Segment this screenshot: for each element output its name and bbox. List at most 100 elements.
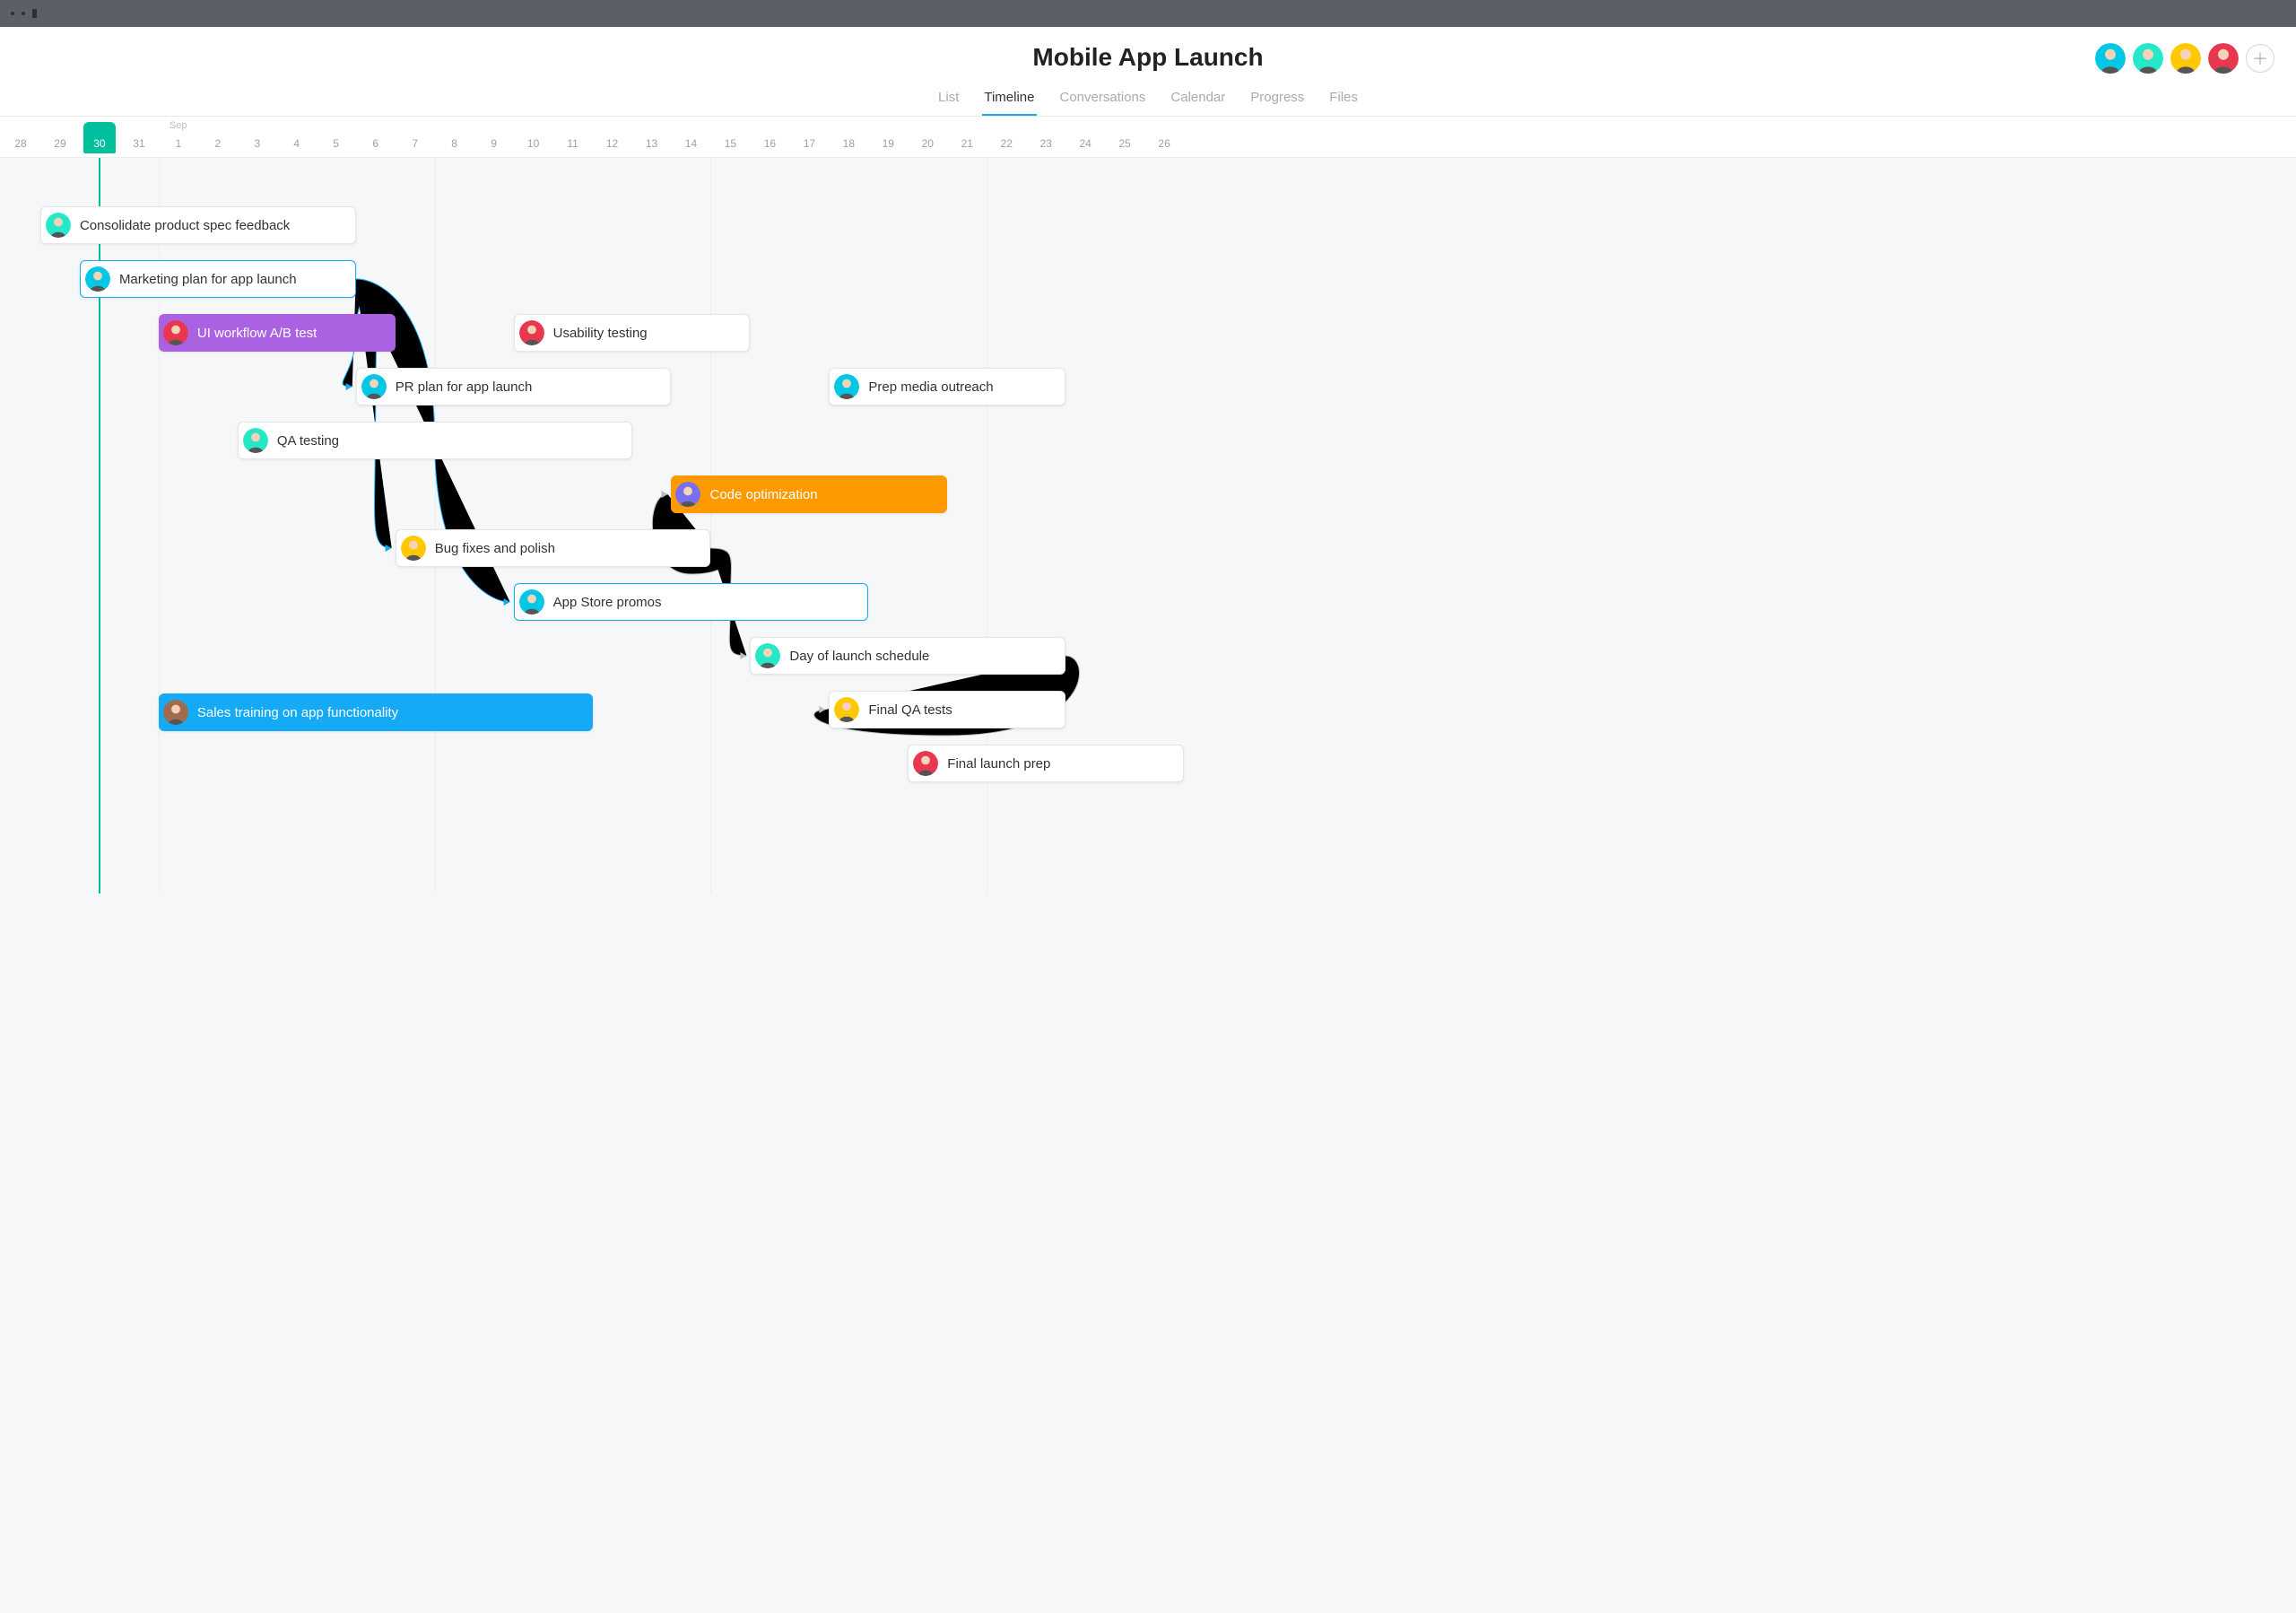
day-column[interactable]: 11 [553,117,593,157]
tab-calendar[interactable]: Calendar [1169,84,1227,116]
task-label: Usability testing [553,326,648,341]
day-column[interactable]: 25 [1105,117,1144,157]
task-label: Final launch prep [947,756,1050,772]
assignee-avatar [243,428,268,453]
day-column[interactable]: 22 [987,117,1026,157]
day-column[interactable]: 9 [474,117,514,157]
day-column[interactable]: 3 [238,117,277,157]
task-bar[interactable]: App Store promos [514,583,869,621]
task-bar[interactable]: PR plan for app launch [356,368,672,405]
team-avatar[interactable] [2170,43,2201,74]
task-bar[interactable]: Code optimization [671,475,947,513]
day-number: 18 [843,137,855,157]
day-column[interactable]: 23 [1026,117,1065,157]
task-bar[interactable]: Consolidate product spec feedback [40,206,356,244]
day-column[interactable]: 21 [947,117,987,157]
day-column[interactable]: 12 [593,117,632,157]
task-bar[interactable]: Bug fixes and polish [396,529,711,567]
task-bar[interactable]: QA testing [238,422,632,459]
day-column[interactable]: 7 [396,117,435,157]
tab-list[interactable]: List [936,84,961,116]
assignee-avatar [85,266,110,292]
task-bar[interactable]: Marketing plan for app launch [80,260,356,298]
day-column[interactable]: 15 [710,117,750,157]
day-column[interactable]: 24 [1065,117,1105,157]
team-avatar[interactable] [2133,43,2163,74]
task-label: Prep media outreach [868,379,993,395]
assignee-avatar [46,213,71,238]
task-label: Marketing plan for app launch [119,272,297,287]
day-column[interactable]: 8 [435,117,474,157]
task-bar[interactable]: Prep media outreach [829,368,1065,405]
assignee-avatar [163,700,188,725]
day-number: 8 [451,137,457,157]
window-titlebar [0,0,2296,27]
day-column[interactable]: 14 [671,117,710,157]
view-tabs: List Timeline Conversations Calendar Progres… [0,84,2296,116]
assignee-avatar [834,697,859,722]
task-label: Bug fixes and polish [435,541,555,556]
window-control-icon [22,12,25,15]
task-label: Day of launch schedule [789,649,929,664]
assignee-avatar [361,374,387,399]
task-label: Final QA tests [868,702,952,718]
day-number: 11 [567,137,578,157]
tab-timeline[interactable]: Timeline [982,84,1036,116]
day-column[interactable]: 20 [908,117,947,157]
day-column[interactable]: 29 [40,117,80,157]
day-column[interactable]: 30 [80,117,119,157]
day-column[interactable]: 26 [1144,117,1184,157]
task-bar[interactable]: Day of launch schedule [750,637,1065,675]
day-number: 4 [293,137,300,157]
plus-icon: ＋ [2252,47,2268,70]
day-column[interactable]: 13 [632,117,672,157]
timeline-body[interactable]: Consolidate product spec feedback Marketi… [0,158,2296,894]
day-number: 21 [961,137,973,157]
task-bar[interactable]: Final launch prep [908,745,1184,782]
day-column[interactable]: 19 [868,117,908,157]
day-column[interactable]: 2 [198,117,238,157]
day-column[interactable]: 16 [750,117,789,157]
project-header: Mobile App Launch ＋ List Timeline Conversa… [0,27,2296,117]
task-bar[interactable]: Usability testing [514,314,751,352]
assignee-avatar [755,643,780,668]
tab-conversations[interactable]: Conversations [1058,84,1148,116]
month-label: Sep [170,120,187,131]
assignee-avatar [675,482,700,507]
task-label: Consolidate product spec feedback [80,218,290,233]
day-number: 20 [922,137,934,157]
team-avatar[interactable] [2208,43,2239,74]
day-number: 17 [804,137,815,157]
day-number: 16 [764,137,776,157]
day-number: 13 [646,137,657,157]
day-number: 26 [1158,137,1170,157]
tab-files[interactable]: Files [1327,84,1360,116]
team-avatar[interactable] [2095,43,2126,74]
day-number: 30 [93,137,105,157]
task-bar[interactable]: Sales training on app functionality [159,693,593,731]
day-number: 6 [372,137,378,157]
day-column[interactable]: 18 [829,117,868,157]
project-title: Mobile App Launch [0,43,2296,72]
assignee-avatar [519,589,544,615]
day-column[interactable]: 31 [119,117,159,157]
day-column[interactable]: 28 [1,117,40,157]
task-bar[interactable]: Final QA tests [829,691,1065,728]
day-number: 7 [412,137,418,157]
day-column[interactable]: 10 [514,117,553,157]
day-number: 28 [14,137,26,157]
day-number: 19 [883,137,894,157]
window-control-icon [11,12,14,15]
day-column[interactable]: 5 [317,117,356,157]
day-column[interactable]: 4 [277,117,317,157]
day-number: 22 [1001,137,1013,157]
day-column[interactable]: 17 [789,117,829,157]
task-label: Sales training on app functionality [197,705,398,720]
day-column[interactable]: 6 [356,117,396,157]
task-bar[interactable]: UI workflow A/B test [159,314,396,352]
day-number: 5 [333,137,339,157]
tab-progress[interactable]: Progress [1248,84,1306,116]
assignee-avatar [401,536,426,561]
add-member-button[interactable]: ＋ [2246,44,2274,73]
day-number: 24 [1079,137,1091,157]
